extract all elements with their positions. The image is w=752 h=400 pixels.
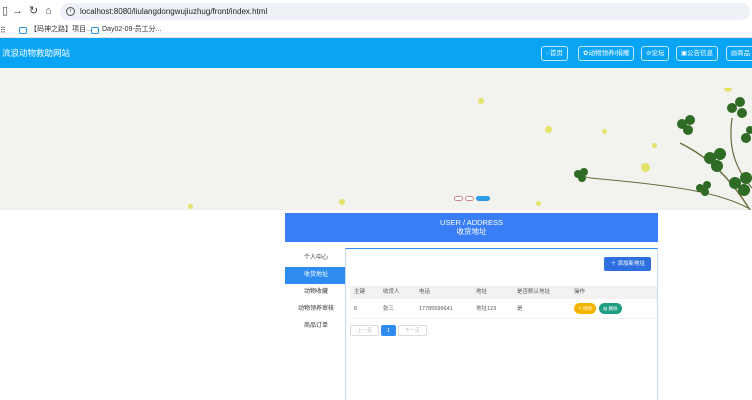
reload-icon[interactable]: ↻ [29, 4, 38, 18]
home-icon[interactable]: ⌂ [45, 4, 52, 18]
bookmark-folder-icon [19, 26, 27, 34]
page-number-current[interactable]: 1 [381, 325, 396, 336]
nav-goods[interactable]: ▤商品 [726, 46, 752, 61]
column-header: 是否默认地址 [517, 289, 551, 295]
nav-home[interactable]: ◌首页 [541, 46, 568, 61]
nav-adoption[interactable]: ✿动物领养/捐赠 [578, 46, 635, 61]
sidebar-toggle-icon[interactable]: ▯ [2, 4, 8, 18]
carousel-dot[interactable] [454, 196, 463, 201]
cell-phone: 17785599641 [419, 306, 453, 312]
side-item-orders[interactable]: 商品订单 [285, 318, 347, 335]
address-table: 主键 收货人 电话 地址 是否默认地址 操作 6 张三 17785599641 … [350, 286, 657, 319]
nav-forum[interactable]: ⊘论坛 [641, 46, 670, 61]
add-address-button[interactable]: ＋ 添加新地址 [604, 257, 651, 271]
apps-icon[interactable]: ⠿ [0, 24, 6, 38]
bookmark-2[interactable]: Day02-09-员工分... [91, 22, 162, 38]
decor-dot [188, 204, 193, 209]
section-title-cn: 收货地址 [456, 227, 487, 236]
address-bar[interactable]: i localhost:8080/liulangdongwujiuzhug/fr… [60, 3, 750, 20]
site-logo[interactable]: 流浪动物救助网站 [2, 38, 70, 68]
banner-carousel [0, 68, 752, 210]
site-header: 流浪动物救助网站 ◌首页 ✿动物领养/捐赠 ⊘论坛 ▣公告信息 ▤商品 [0, 38, 752, 68]
cell-address: 地址123 [476, 306, 497, 312]
next-page-button[interactable]: 下一页 [397, 325, 427, 336]
column-header: 收货人 [383, 289, 400, 295]
address-panel: ＋ 添加新地址 主键 收货人 电话 地址 是否默认地址 操作 6 张三 1778… [345, 248, 658, 400]
bookmark-1[interactable]: 【码神之路】项目... [19, 22, 92, 38]
column-header: 电话 [419, 289, 431, 295]
edit-button[interactable]: ✎ 修改 [574, 303, 597, 315]
prev-page-button[interactable]: 上一页 [350, 325, 380, 336]
bookmark-label: 【码神之路】项目... [30, 26, 92, 33]
user-side-menu: 个人中心 收货地址 动物收藏 动物领养审核 商品订单 [285, 250, 347, 335]
forward-icon[interactable]: → [12, 4, 23, 18]
carousel-dot[interactable] [465, 196, 474, 201]
decor-dot [536, 201, 541, 206]
side-item-adoption-review[interactable]: 动物领养审核 [285, 301, 347, 318]
table-header: 主键 收货人 电话 地址 是否默认地址 操作 [350, 286, 657, 299]
decor-dot [545, 126, 552, 133]
section-title-bar: USER / ADDRESS 收货地址 [285, 213, 658, 242]
section-title-en: USER / ADDRESS [440, 218, 503, 227]
side-item-profile[interactable]: 个人中心 [285, 250, 347, 267]
nav-notice[interactable]: ▣公告信息 [676, 46, 719, 61]
bookmarks-bar: ⠿ 【码神之路】项目... Day02-09-员工分... [0, 22, 752, 38]
side-item-address[interactable]: 收货地址 [285, 267, 347, 284]
column-header: 主键 [354, 289, 366, 295]
decor-dot [339, 199, 345, 205]
carousel-dot-active[interactable] [476, 196, 490, 201]
pagination: 上一页 1 下一页 [350, 325, 427, 336]
cell-id: 6 [354, 306, 358, 312]
site-info-icon[interactable]: i [66, 7, 75, 16]
side-item-favorites[interactable]: 动物收藏 [285, 284, 347, 301]
cell-actions: ✎ 修改 ▥ 删除 [570, 299, 657, 318]
table-row: 6 张三 17785599641 地址123 是 ✎ 修改 ▥ 删除 [350, 299, 657, 319]
column-header: 操作 [574, 289, 586, 295]
browser-toolbar: ▯ → ↻ ⌂ i localhost:8080/liulangdongwuji… [0, 0, 752, 22]
bookmark-label: Day02-09-员工分... [102, 26, 162, 33]
clover-plant-illustration [574, 88, 752, 210]
column-header: 地址 [476, 289, 488, 295]
decor-dot [478, 98, 484, 104]
url-text: localhost:8080/liulangdongwujiuzhug/fron… [80, 7, 268, 16]
carousel-indicators [454, 196, 490, 201]
delete-button[interactable]: ▥ 删除 [599, 303, 622, 315]
cell-default: 是 [517, 306, 523, 312]
cell-name: 张三 [383, 306, 395, 312]
bookmark-folder-icon [91, 26, 99, 34]
